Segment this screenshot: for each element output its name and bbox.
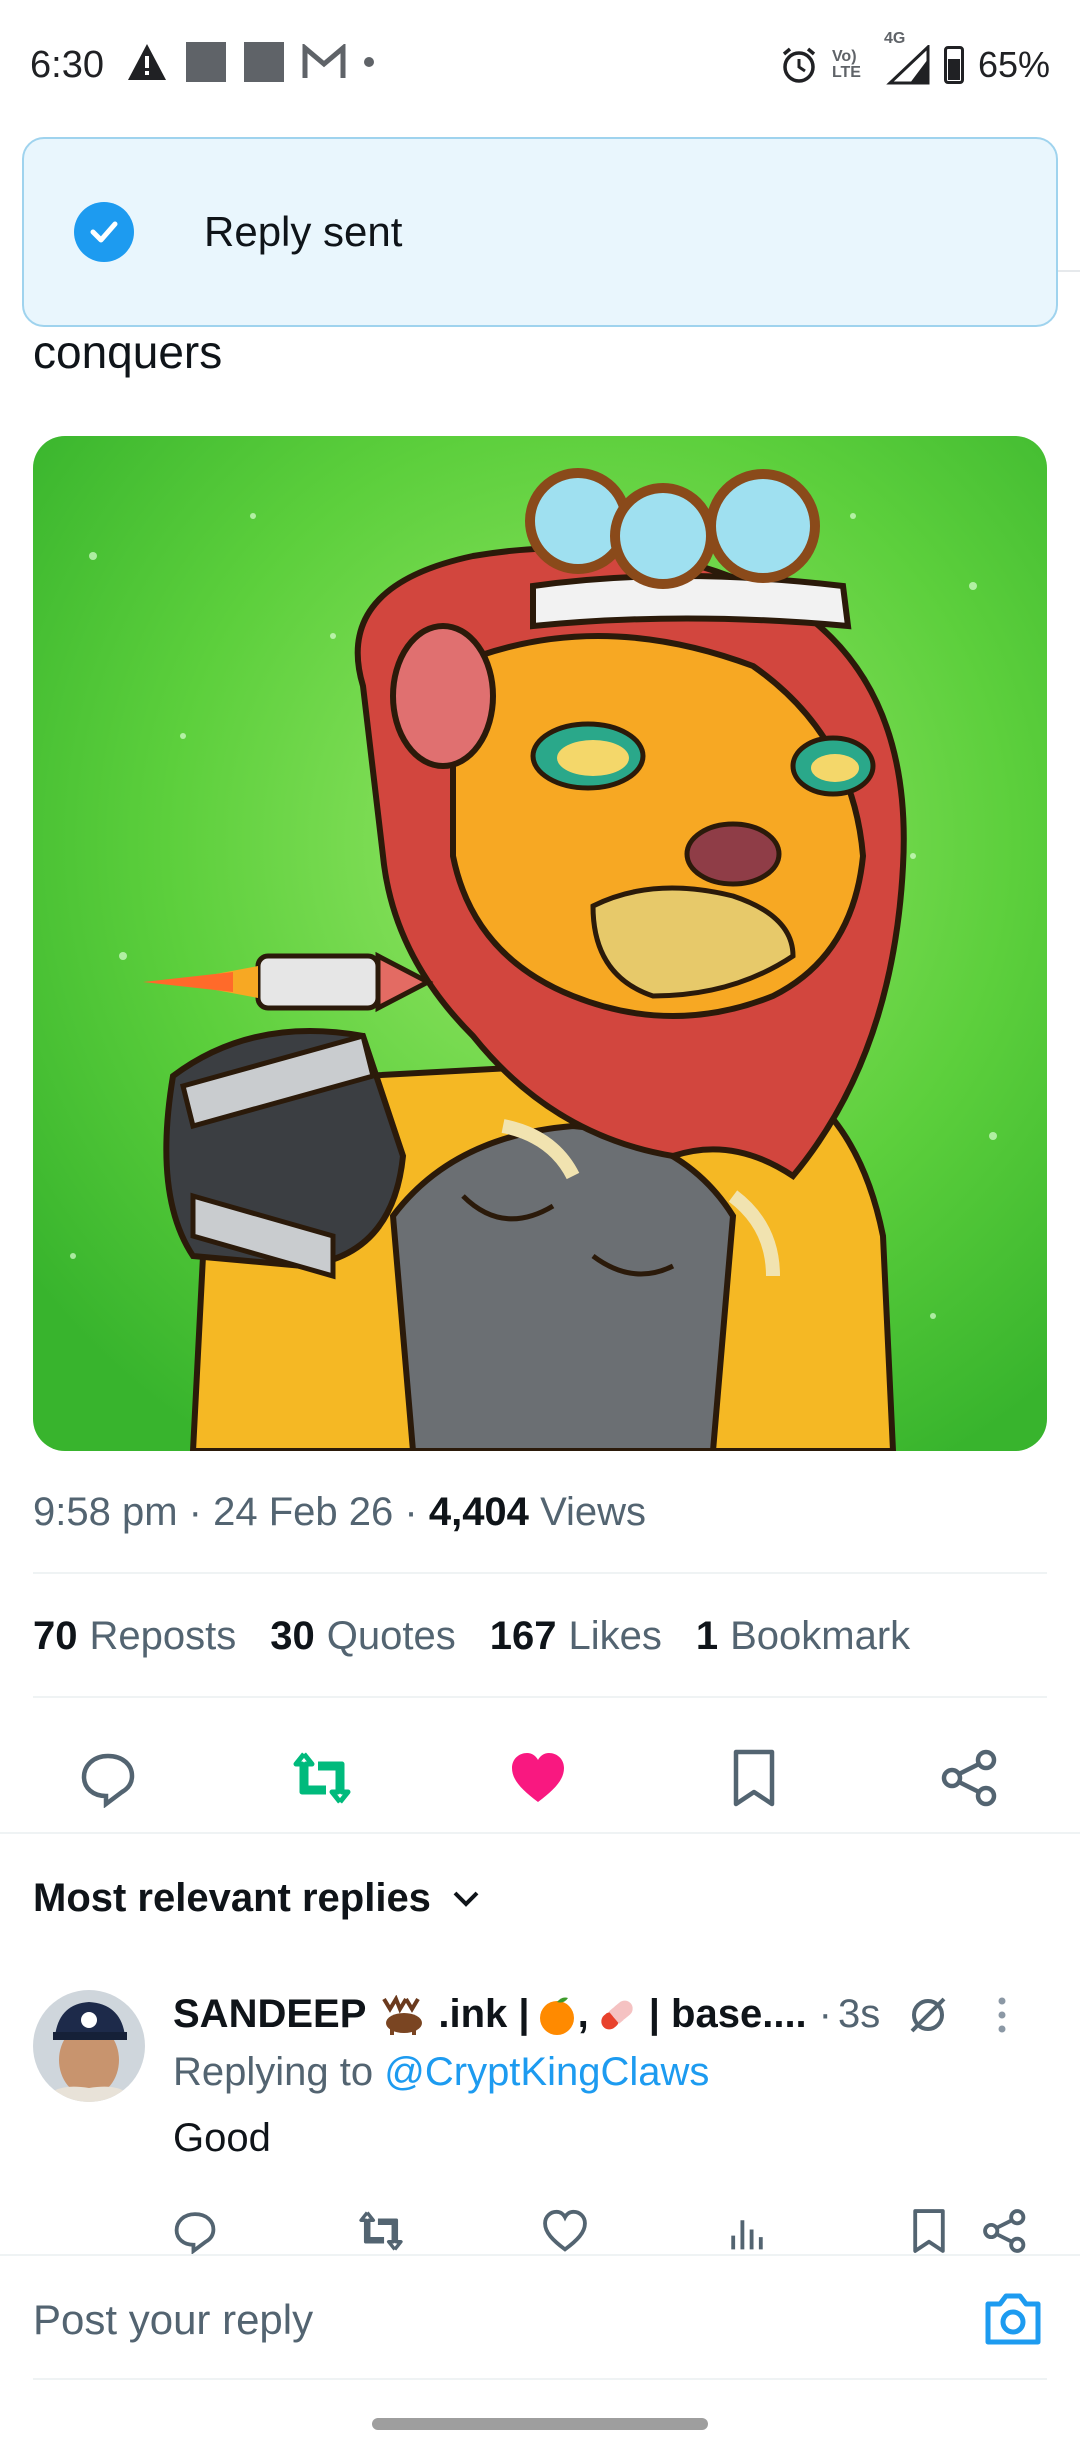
tweet-image[interactable] — [33, 436, 1047, 1451]
stat-likes[interactable]: 167 Likes — [490, 1614, 662, 1659]
divider — [33, 1696, 1047, 1698]
orange-emoji-icon — [539, 1997, 574, 2035]
header-divider — [1058, 270, 1080, 272]
share-icon[interactable] — [940, 1748, 1000, 1808]
share-icon[interactable] — [982, 2208, 1028, 2254]
stat-bookmarks[interactable]: 1 Bookmark — [696, 1614, 910, 1659]
network-type: 4G — [883, 30, 906, 47]
divider — [0, 1832, 1080, 1834]
tweet-date: 24 Feb 26 — [213, 1490, 394, 1534]
gmail-icon — [302, 44, 346, 78]
replying-to-handle[interactable]: @CryptKingClaws — [384, 2050, 709, 2094]
avatar[interactable] — [33, 1990, 145, 2102]
stat-reposts[interactable]: 70 Reposts — [33, 1614, 236, 1659]
more-notifications-dot — [364, 57, 374, 67]
tweet-time: 9:58 pm — [33, 1490, 178, 1534]
reply-time: 3s — [838, 1992, 881, 2036]
alarm-icon — [782, 47, 816, 83]
reply-text: Good — [173, 2116, 271, 2160]
repost-icon[interactable] — [292, 1748, 352, 1808]
reply-author-suffix: .ink | — [438, 1992, 530, 2036]
status-time: 6:30 — [30, 44, 104, 86]
notification-icons — [126, 42, 374, 82]
views-count: 4,404 — [428, 1490, 529, 1534]
check-circle-icon — [74, 202, 134, 262]
reply-author-name[interactable]: SANDEEP — [173, 1992, 366, 2037]
app-notification-icon — [244, 42, 284, 82]
grok-icon[interactable] — [906, 1993, 950, 2037]
status-bar: 6:30 Vo) LTE 4G 65% — [0, 0, 1080, 134]
system-icons: Vo) LTE 4G 65% — [780, 31, 1050, 86]
pill-emoji-icon — [601, 2000, 633, 2029]
reply-icon[interactable] — [172, 2208, 218, 2254]
bookmark-icon[interactable] — [724, 1748, 784, 1808]
stat-quotes[interactable]: 30 Quotes — [270, 1614, 455, 1659]
volte-icon: Vo) LTE — [831, 48, 861, 81]
app-notification-icon — [186, 42, 226, 82]
reply-composer[interactable]: Post your reply — [0, 2256, 1080, 2376]
divider — [33, 2378, 1047, 2380]
more-options-icon[interactable] — [992, 1993, 1012, 2037]
like-icon[interactable] — [508, 1748, 568, 1808]
divider — [33, 1572, 1047, 1574]
toast-message: Reply sent — [204, 208, 403, 255]
reply-icon[interactable] — [78, 1748, 138, 1808]
moose-emoji-icon — [382, 1994, 423, 2035]
replies-sort-label: Most relevant replies — [33, 1876, 431, 1920]
warning-icon — [128, 44, 166, 80]
views-label: Views — [540, 1490, 647, 1534]
tweet-stats: 70 Reposts 30 Quotes 167 Likes 1 Bookmark — [33, 1614, 910, 1659]
chevron-down-icon — [453, 1891, 479, 1907]
like-icon[interactable] — [542, 2208, 588, 2254]
tweet-action-bar — [0, 1720, 1080, 1830]
tweet-text: conquers — [33, 326, 223, 378]
analytics-icon[interactable] — [724, 2208, 770, 2254]
tweet-meta: 9:58 pm · 24 Feb 26 · 4,404 Views — [33, 1490, 647, 1534]
gesture-nav-bar[interactable] — [372, 2418, 708, 2430]
reply-header: SANDEEP .ink | , | base.... · 3s — [173, 1992, 1012, 2037]
bookmark-icon[interactable] — [906, 2208, 952, 2254]
camera-icon[interactable] — [982, 2288, 1044, 2350]
replying-to: Replying to @CryptKingClaws — [173, 2050, 710, 2094]
repost-icon[interactable] — [358, 2208, 404, 2254]
replies-sort-dropdown[interactable]: Most relevant replies — [33, 1876, 481, 1921]
signal-icon: 4G — [884, 31, 930, 85]
battery-icon — [943, 46, 964, 84]
battery-percent: 65% — [977, 44, 1050, 85]
reply-input[interactable]: Post your reply — [33, 2296, 313, 2344]
reply-sent-toast[interactable]: Reply sent — [22, 137, 1058, 327]
